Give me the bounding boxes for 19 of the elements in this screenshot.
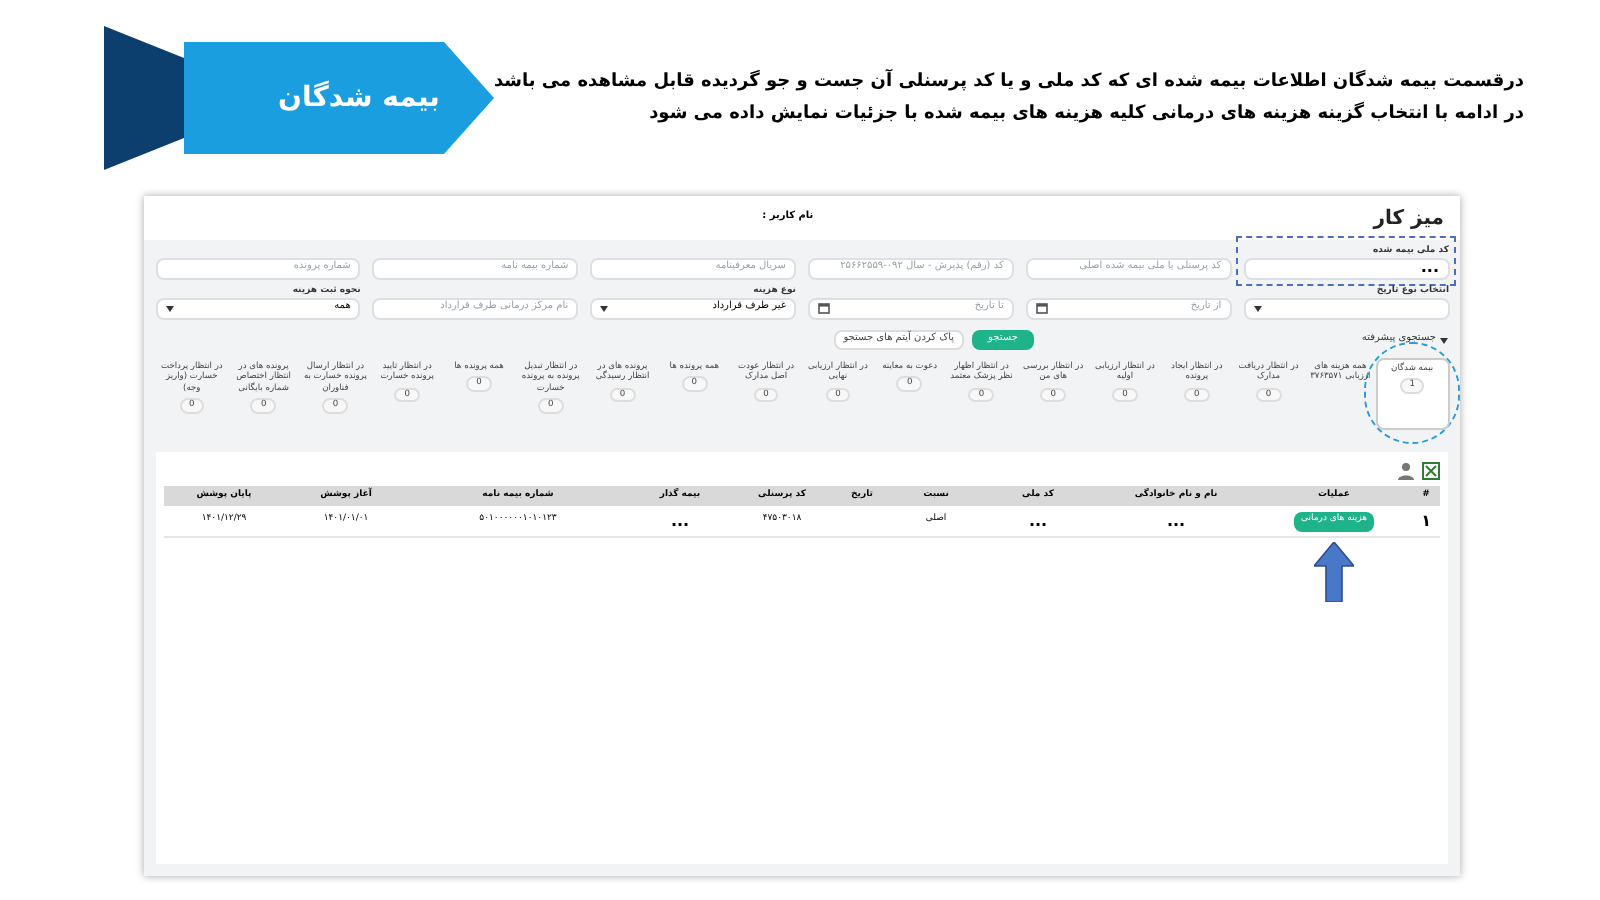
description-text: در ادامه با انتخاب گزینه هزینه های درمانی کلیه هزینه های بیمه شده با جزئیات نمایش داده می شود: [647, 100, 1524, 128]
user-icon[interactable]: [1398, 461, 1414, 479]
calendar-icon: [1035, 302, 1048, 314]
national-code-field[interactable]: ...: [1243, 257, 1449, 279]
description-text: درقسمت بیمه شدگان اطلاعات بیمه شده ای که کد ملی و یا کد پرسنلی آن جست و جو گردیده قابل مشاهده می باشد: [493, 68, 1524, 96]
page-title: میز کار: [1373, 205, 1444, 233]
table-cell: ...: [670, 509, 690, 533]
table-cell: ...: [1166, 509, 1186, 533]
table-cell: ...: [1028, 509, 1048, 533]
select-field[interactable]: [1243, 297, 1449, 319]
banner-title: بیمه شدگان: [276, 78, 440, 117]
pointer-arrow: [1314, 542, 1354, 602]
caret-icon: [600, 305, 609, 311]
table-cell: ۱: [1421, 509, 1431, 533]
caret-icon: [165, 305, 173, 311]
caret-icon: [1253, 305, 1262, 311]
spreadsheet-icon[interactable]: [1422, 461, 1440, 479]
calendar-icon: [818, 302, 830, 314]
caret-icon: [1440, 337, 1448, 343]
